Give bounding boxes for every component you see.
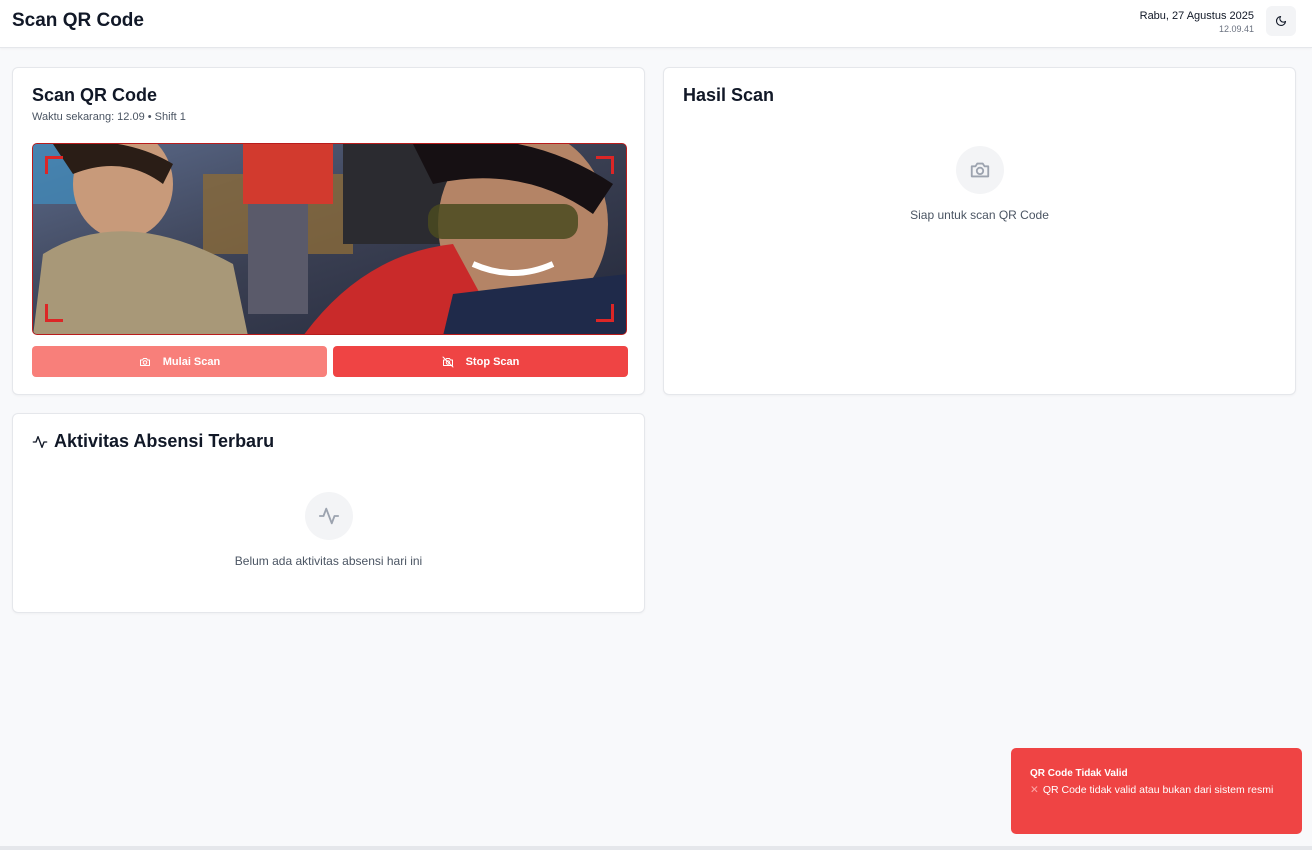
scan-frame-corner bbox=[45, 156, 63, 174]
empty-activity-icon-wrapper bbox=[305, 492, 353, 540]
toast-title: QR Code Tidak Valid bbox=[1030, 768, 1128, 779]
bottom-divider bbox=[0, 846, 1312, 850]
scan-frame-corner bbox=[596, 156, 614, 174]
scan-result-title: Hasil Scan bbox=[683, 85, 775, 105]
empty-result-text: Siap untuk scan QR Code bbox=[910, 208, 1049, 222]
recent-activity-card: Aktivitas Absensi Terbaru Belum ada akti… bbox=[12, 413, 645, 613]
scan-result-card: Hasil Scan Siap untuk scan QR Code bbox=[663, 67, 1296, 395]
camera-off-icon bbox=[442, 356, 454, 367]
page-title: Scan QR Code bbox=[12, 10, 144, 31]
stop-scan-label: Stop Scan bbox=[465, 355, 520, 368]
camera-icon bbox=[139, 357, 150, 366]
toast-message-row: ✕ QR Code tidak valid atau bukan dari sis… bbox=[1030, 783, 1283, 798]
date-time-display: Rabu, 27 Agustus 2025 12.09.41 bbox=[1140, 9, 1254, 35]
camera-icon bbox=[970, 162, 990, 178]
camera-feed-image bbox=[33, 144, 626, 334]
current-date: Rabu, 27 Agustus 2025 bbox=[1139, 10, 1254, 22]
scan-frame-corner bbox=[45, 304, 63, 322]
start-scan-label: Mulai Scan bbox=[162, 355, 221, 368]
x-icon: ✕ bbox=[1030, 784, 1039, 796]
current-time: 12.09.41 bbox=[1218, 24, 1254, 34]
scan-card: Scan QR Code Waktu sekarang: 12.09 • Shi… bbox=[12, 67, 645, 395]
theme-toggle-button[interactable] bbox=[1266, 6, 1296, 36]
scan-frame-corner bbox=[596, 304, 614, 322]
scan-card-title: Scan QR Code bbox=[32, 85, 158, 105]
error-toast[interactable]: QR Code Tidak Valid ✕ QR Code tidak valid… bbox=[1011, 748, 1302, 834]
activity-icon bbox=[318, 507, 340, 525]
stop-scan-button[interactable]: Stop Scan bbox=[333, 346, 628, 377]
moon-icon bbox=[1275, 15, 1287, 27]
empty-result-icon-wrapper bbox=[956, 146, 1004, 194]
start-scan-button[interactable]: Mulai Scan bbox=[32, 346, 327, 377]
top-bar: Scan QR Code Rabu, 27 Agustus 2025 12.09… bbox=[0, 0, 1312, 48]
empty-activity-text: Belum ada aktivitas absensi hari ini bbox=[234, 554, 423, 568]
activity-card-title: Aktivitas Absensi Terbaru bbox=[54, 431, 275, 451]
activity-icon bbox=[32, 435, 48, 448]
toast-message: QR Code tidak valid atau bukan dari sist… bbox=[1042, 784, 1274, 796]
activity-card-header: Aktivitas Absensi Terbaru bbox=[32, 431, 274, 452]
camera-preview bbox=[32, 143, 627, 335]
scan-card-subtitle: Waktu sekarang: 12.09 • Shift 1 bbox=[32, 111, 186, 123]
